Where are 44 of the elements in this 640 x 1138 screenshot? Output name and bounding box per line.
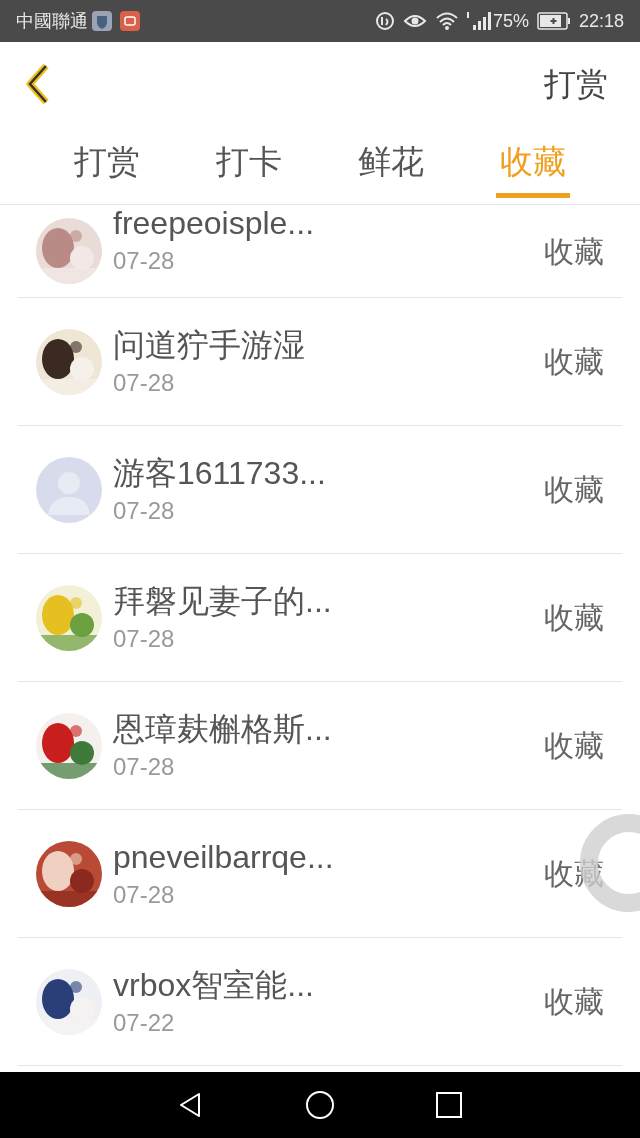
clock: 22:18 xyxy=(578,9,624,33)
date: 07-28 xyxy=(113,367,176,398)
list-item[interactable]: vrbox智室能... 07-22 收藏 xyxy=(18,938,622,1066)
user-name: 游客1611733... xyxy=(113,453,327,493)
list-item[interactable]: 问道狞手游湿 07-28 收藏 xyxy=(18,298,622,426)
date: 07-28 xyxy=(113,751,176,782)
tab[interactable]: 鲜花 xyxy=(320,125,462,204)
home-icon[interactable] xyxy=(305,1090,335,1120)
battery-icon xyxy=(536,12,571,30)
list-item[interactable]: pneveilbarrqe... 07-28 收藏 xyxy=(18,810,622,938)
battery-percent: 75% xyxy=(492,9,529,33)
list-item[interactable]: 拜磐见妻子的... 07-28 收藏 xyxy=(18,554,622,682)
date: 07-28 xyxy=(113,879,176,910)
date: 07-22 xyxy=(113,1007,176,1038)
user-name: pneveilbarrqe... xyxy=(113,837,335,877)
tab[interactable]: 打卡 xyxy=(178,125,320,204)
date: 07-28 xyxy=(113,623,176,654)
app-mail-icon xyxy=(120,11,140,31)
default-avatar-icon xyxy=(36,456,102,523)
favorite-label: 收藏 xyxy=(544,984,604,1020)
tab[interactable]: 打赏 xyxy=(36,125,178,204)
favorite-label: 收藏 xyxy=(544,856,604,892)
user-name: 恩璋麸槲格斯... xyxy=(113,709,333,749)
favorite-label: 收藏 xyxy=(544,600,604,636)
wifi-icon xyxy=(434,11,459,31)
date: 07-28 xyxy=(113,495,176,526)
reward-button[interactable]: 打赏 xyxy=(544,59,608,108)
user-name: 问道狞手游湿 xyxy=(113,325,306,365)
list-item[interactable]: 游客1611733... 07-28 收藏 xyxy=(18,426,622,554)
list-item[interactable]: 恩璋麸槲格斯... 07-28 收藏 xyxy=(18,682,622,810)
user-name: freepeoisple... xyxy=(113,205,315,243)
signal-icon xyxy=(466,11,491,31)
favorite-label: 收藏 xyxy=(544,472,604,508)
list-item[interactable]: freepeoisple... 07-28 收藏 xyxy=(18,205,622,298)
favorite-label: 收藏 xyxy=(544,344,604,380)
favorite-label: 收藏 xyxy=(544,728,604,764)
user-name: vrbox智室能... xyxy=(113,965,315,1005)
carrier-name: 中國聯通 xyxy=(16,9,88,33)
app-shield-icon xyxy=(92,11,112,31)
recent-apps-icon[interactable] xyxy=(435,1091,463,1119)
user-name: 拜磐见妻子的... xyxy=(113,581,333,621)
favorite-label: 收藏 xyxy=(544,233,604,270)
data-saver-icon xyxy=(374,11,395,31)
date: 07-28 xyxy=(113,246,176,276)
